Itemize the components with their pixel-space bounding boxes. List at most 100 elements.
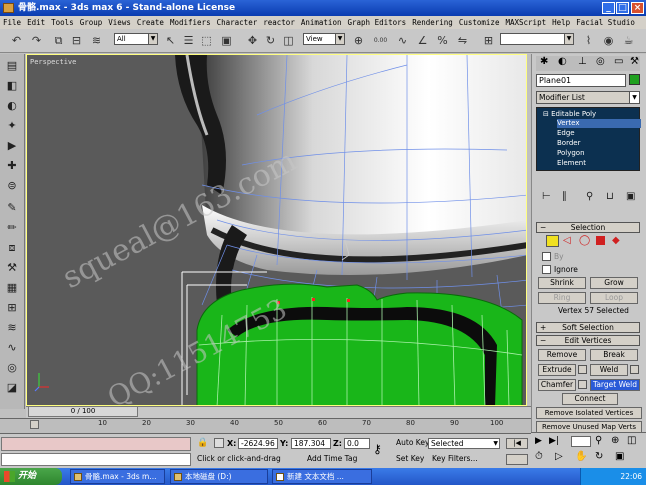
create-tab-icon[interactable]: ✱	[540, 56, 548, 67]
maximize-viewport-icon[interactable]: ▣	[615, 451, 624, 462]
remove-isolated-button[interactable]: Remove Isolated Vertices	[536, 407, 642, 419]
selection-rollout-header[interactable]: − Selection	[536, 222, 640, 233]
zoom-extents-icon[interactable]: ◫	[627, 435, 636, 446]
minimize-button[interactable]: _	[602, 2, 615, 14]
rotate-icon[interactable]: ↻	[262, 32, 279, 49]
clone-icon[interactable]: ⧈	[4, 240, 20, 256]
remove-button[interactable]: Remove	[538, 349, 586, 361]
undo-icon[interactable]: ↶	[8, 32, 25, 49]
named-selection-dropdown[interactable]: ▼	[500, 33, 574, 45]
target-weld-button[interactable]: Target Weld	[590, 379, 640, 391]
time-config-icon[interactable]: ⏱	[535, 451, 543, 462]
selection-filter-dropdown[interactable]: All ▼	[114, 33, 158, 45]
menu-customize[interactable]: Customize	[456, 18, 503, 27]
absolute-mode-icon[interactable]	[214, 438, 224, 448]
close-button[interactable]: ×	[631, 2, 644, 14]
menu-facial-studio[interactable]: Facial Studio	[573, 18, 638, 27]
edit-vertices-rollout-header[interactable]: − Edit Vertices	[536, 335, 640, 346]
render-frame-icon[interactable]: ◪	[4, 380, 20, 396]
z-coordinate-field[interactable]: 0.0	[344, 438, 370, 449]
show-end-result-icon[interactable]: ∥	[562, 191, 567, 202]
pan-icon[interactable]: ✋	[575, 451, 587, 462]
soft-selection-rollout-header[interactable]: + Soft Selection	[536, 322, 640, 333]
reference-coord-dropdown[interactable]: View ▼	[303, 33, 345, 45]
start-button[interactable]: 开始	[0, 468, 62, 485]
mini-curve-icon[interactable]	[30, 420, 39, 429]
stack-item-vertex[interactable]: Vertex	[557, 119, 641, 128]
y-coordinate-field[interactable]: 187.304	[291, 438, 331, 449]
utilities-tab-icon[interactable]: ⚒	[630, 56, 639, 67]
pivot-icon[interactable]: ⊕	[350, 32, 367, 49]
vertex-mode-icon[interactable]	[546, 235, 559, 247]
x-coordinate-field[interactable]: -2624.96	[238, 438, 278, 449]
menu-help[interactable]: Help	[549, 18, 573, 27]
material-editor-icon[interactable]: ◉	[600, 32, 617, 49]
menu-reactor[interactable]: reactor	[260, 18, 298, 27]
menu-edit[interactable]: Edit	[24, 18, 48, 27]
menu-animation[interactable]: Animation	[298, 18, 345, 27]
weld-button[interactable]: Weld	[590, 364, 628, 376]
remove-modifier-icon[interactable]: ⊔	[606, 191, 614, 202]
link-icon[interactable]: ⧉	[50, 32, 67, 49]
border-mode-icon[interactable]: ◯	[579, 235, 590, 246]
key-filters-button[interactable]: Key Filters...	[432, 454, 478, 464]
perspective-viewport[interactable]: Perspective squeal@163.com QQ:11514753	[26, 54, 527, 406]
chamfer-settings-button[interactable]	[578, 380, 587, 389]
shrink-button[interactable]: Shrink	[538, 277, 586, 289]
arc-rotate-icon[interactable]: ↻	[595, 451, 603, 462]
menu-tools[interactable]: Tools	[48, 18, 77, 27]
light-icon[interactable]: ✦	[4, 118, 20, 134]
box-icon[interactable]: ▦	[4, 280, 20, 296]
wrench-icon[interactable]: ⚒	[4, 260, 20, 276]
configure-sets-icon[interactable]: ▣	[626, 191, 635, 202]
maximize-button[interactable]: □	[616, 2, 629, 14]
menu-modifiers[interactable]: Modifiers	[167, 18, 214, 27]
stack-item-polygon[interactable]: Polygon	[557, 149, 585, 158]
key-icon[interactable]: ⚷	[373, 442, 382, 456]
maxscript-listener-mini[interactable]	[1, 437, 191, 451]
layer-icon[interactable]: ▤	[4, 58, 20, 74]
zoom-icon[interactable]: ⚲	[595, 435, 602, 446]
object-name-field[interactable]: Plane01	[536, 74, 626, 87]
mirror-icon[interactable]: ⇋	[454, 32, 471, 49]
key-mode-dropdown[interactable]: Selected ▼	[428, 438, 500, 449]
weld-settings-button[interactable]	[630, 365, 639, 374]
grow-button[interactable]: Grow	[590, 277, 638, 289]
render-icon[interactable]: ☕	[620, 32, 637, 49]
chamfer-button[interactable]: Chamfer	[538, 379, 576, 391]
scale-icon[interactable]: ◫	[280, 32, 297, 49]
helper-icon[interactable]: ✚	[4, 158, 20, 174]
paint-icon[interactable]: ✎	[4, 200, 20, 216]
taskbar-item-3dsmax[interactable]: 骨骼.max - 3ds m...	[70, 469, 165, 484]
ignore-backfacing-checkbox[interactable]	[542, 265, 551, 274]
hierarchy-tab-icon[interactable]: ⊥	[578, 56, 587, 67]
loop-button[interactable]: Loop	[590, 292, 638, 304]
taskbar-item-notepad[interactable]: 新建 文本文档 ...	[272, 469, 372, 484]
auto-key-label[interactable]: Auto Key	[396, 438, 429, 448]
motion-tab-icon[interactable]: ◎	[596, 56, 605, 67]
brush-icon[interactable]: ✏	[4, 220, 20, 236]
polygon-mode-icon[interactable]	[596, 236, 605, 245]
bind-space-warp-icon[interactable]: ≋	[88, 32, 105, 49]
group-icon[interactable]: ◧	[4, 78, 20, 94]
set-key-label[interactable]: Set Key	[396, 454, 424, 464]
curve-icon[interactable]: ∿	[4, 340, 20, 356]
viewport-label[interactable]: Perspective	[30, 58, 76, 66]
timeline-ruler[interactable]: 10 20 30 40 50 60 70 80 90 100	[0, 418, 531, 434]
menu-graph-editors[interactable]: Graph Editors	[344, 18, 409, 27]
edge-mode-icon[interactable]: ◁	[563, 235, 571, 246]
by-vertex-checkbox[interactable]	[542, 252, 551, 261]
select-icon[interactable]: ↖	[162, 32, 179, 49]
sphere-icon[interactable]: ◎	[4, 360, 20, 376]
curve-editor-icon[interactable]: ⌇	[580, 32, 597, 49]
object-color-swatch[interactable]	[629, 74, 640, 85]
add-time-tag[interactable]: Add Time Tag	[307, 454, 357, 464]
next-frame-icon[interactable]: ▶|	[549, 436, 559, 446]
grid-icon[interactable]: ⊞	[4, 300, 20, 316]
maxscript-input-mini[interactable]	[1, 453, 191, 466]
region-select-icon[interactable]: ⬚	[198, 32, 215, 49]
element-mode-icon[interactable]: ◆	[612, 235, 620, 246]
unlink-icon[interactable]: ⊟	[68, 32, 85, 49]
make-unique-icon[interactable]: ⚲	[586, 191, 593, 202]
material-icon[interactable]: ◐	[4, 98, 20, 114]
